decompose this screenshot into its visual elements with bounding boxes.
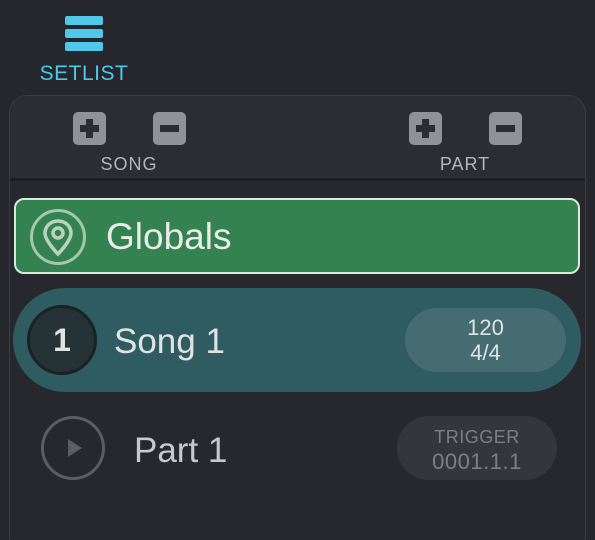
setlist-app: SETLIST SONG PART Globals 1 Song 1 120 4…: [0, 0, 595, 540]
trigger-label: TRIGGER: [434, 427, 520, 447]
globals-label: Globals: [106, 216, 232, 257]
song-row[interactable]: 1 Song 1 120 4/4: [13, 288, 581, 392]
add-part-button[interactable]: [409, 112, 442, 145]
add-song-button[interactable]: [73, 112, 106, 145]
song-title: Song 1: [114, 322, 225, 361]
setlist-label: SETLIST: [39, 62, 129, 85]
trigger-position: 0001.1.1: [432, 449, 522, 474]
song-number-badge: 1: [27, 305, 97, 375]
minus-icon: [160, 125, 179, 132]
part-controls-label: PART: [439, 154, 491, 174]
setlist-tab[interactable]: SETLIST: [36, 14, 132, 86]
tempo-value: 120: [467, 315, 504, 340]
song-controls-label: SONG: [100, 154, 158, 174]
remove-part-button[interactable]: [489, 112, 522, 145]
part-title: Part 1: [134, 431, 228, 470]
setlist-toolbar: SONG PART: [10, 96, 585, 181]
time-signature: 4/4: [470, 340, 501, 365]
hamburger-menu-icon: [65, 16, 103, 52]
location-pin-icon: [30, 209, 86, 265]
trigger-badge[interactable]: TRIGGER 0001.1.1: [397, 416, 557, 480]
part-row[interactable]: Part 1 TRIGGER 0001.1.1: [13, 410, 581, 490]
play-icon[interactable]: [41, 416, 105, 480]
minus-icon: [496, 125, 515, 132]
remove-song-button[interactable]: [153, 112, 186, 145]
globals-row[interactable]: Globals: [14, 198, 580, 274]
tempo-signature-badge[interactable]: 120 4/4: [405, 308, 566, 372]
